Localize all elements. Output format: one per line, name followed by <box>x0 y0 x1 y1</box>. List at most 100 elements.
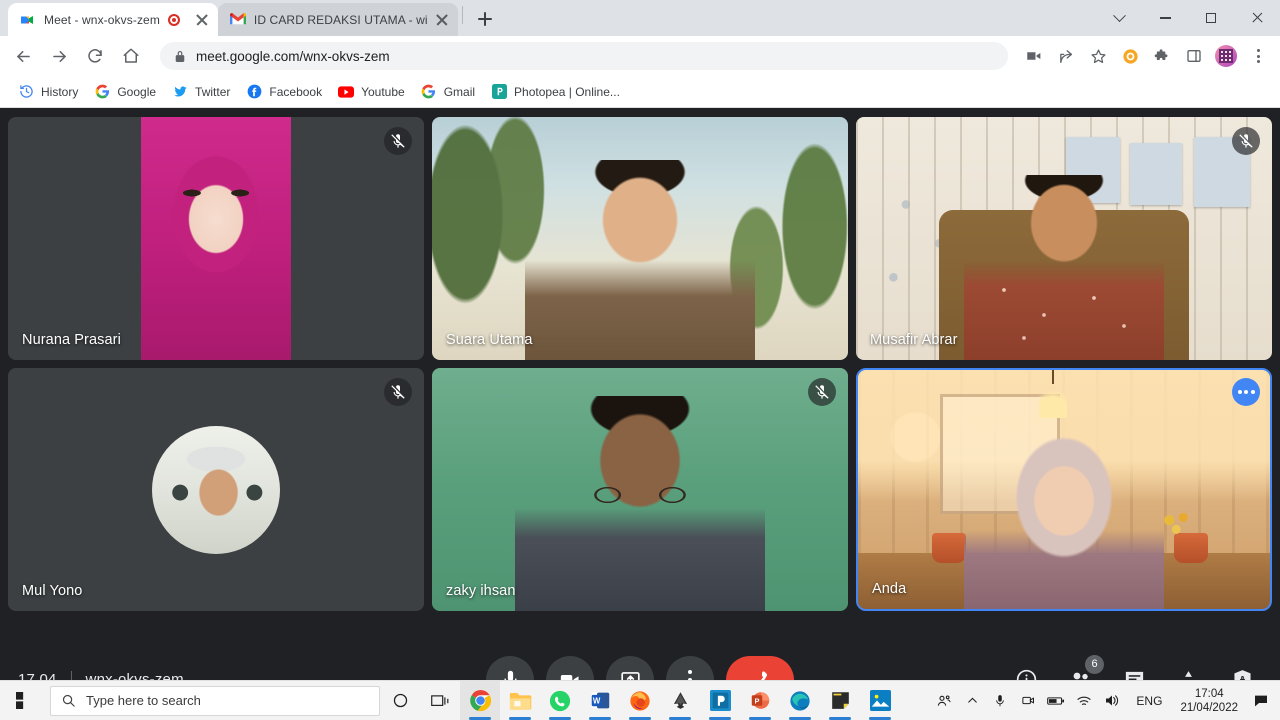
bookmark-star-icon[interactable] <box>1084 42 1112 70</box>
clock-date: 21/04/2022 <box>1180 701 1238 714</box>
google-icon <box>94 84 110 100</box>
word-icon[interactable]: W <box>580 681 620 720</box>
bookmark-gmail[interactable]: Gmail <box>413 80 483 104</box>
history-icon <box>18 84 34 100</box>
participant-tile[interactable]: Nurana Prasari <box>8 117 424 360</box>
language-indicator[interactable]: ENG <box>1126 694 1172 708</box>
photos-icon[interactable] <box>860 681 900 720</box>
photopea-icon <box>491 84 507 100</box>
google-meet-icon <box>20 12 36 28</box>
inkscape-icon[interactable] <box>660 681 700 720</box>
profile-avatar-icon[interactable] <box>1212 42 1240 70</box>
participant-name: Mul Yono <box>22 583 83 599</box>
meet-now-people-icon[interactable] <box>930 681 958 720</box>
tab-search-chevron-icon[interactable] <box>1096 2 1142 34</box>
forward-button[interactable] <box>44 41 74 71</box>
new-tab-button[interactable] <box>471 5 499 33</box>
taskbar-clock[interactable]: 17:04 21/04/2022 <box>1172 681 1246 720</box>
chrome-menu-icon[interactable] <box>1244 42 1272 70</box>
browser-toolbar: meet.google.com/wnx-okvs-zem <box>0 36 1280 76</box>
back-button[interactable] <box>8 41 38 71</box>
minimize-window-button[interactable] <box>1142 2 1188 34</box>
edge-icon[interactable] <box>780 681 820 720</box>
bookmark-google[interactable]: Google <box>86 80 164 104</box>
tab-divider <box>461 6 463 24</box>
powerpoint-icon[interactable]: P <box>740 681 780 720</box>
camera-icon[interactable] <box>1020 42 1048 70</box>
bookmark-twitter[interactable]: Twitter <box>164 80 238 104</box>
cortana-icon[interactable] <box>380 681 420 720</box>
reload-button[interactable] <box>80 41 110 71</box>
close-window-button[interactable] <box>1234 2 1280 34</box>
participant-video <box>141 117 291 360</box>
task-view-icon[interactable] <box>420 681 460 720</box>
bookmark-facebook[interactable]: Facebook <box>238 80 330 104</box>
home-button[interactable] <box>116 41 146 71</box>
bookmark-label: History <box>41 84 79 99</box>
volume-icon[interactable] <box>1098 681 1126 720</box>
tab-recording-indicator-icon[interactable] <box>167 13 180 26</box>
avatar <box>152 425 280 554</box>
google-icon <box>421 84 437 100</box>
browser-tab-idcard[interactable]: ID CARD REDAKSI UTAMA - widh <box>217 3 458 36</box>
chrome-icon[interactable] <box>460 680 500 720</box>
lock-icon <box>174 49 186 63</box>
show-hidden-icons-chevron[interactable] <box>958 681 986 720</box>
svg-text:W: W <box>592 697 600 706</box>
search-placeholder: Type here to search <box>86 693 201 708</box>
address-bar-url: meet.google.com/wnx-okvs-zem <box>196 48 390 64</box>
bookmark-label: Facebook <box>269 84 323 99</box>
wifi-icon[interactable] <box>1070 681 1098 720</box>
notifications-icon[interactable] <box>1246 681 1276 720</box>
address-bar[interactable]: meet.google.com/wnx-okvs-zem <box>160 42 1008 70</box>
share-icon[interactable] <box>1052 42 1080 70</box>
search-icon <box>61 693 76 708</box>
participant-tile[interactable]: Mul Yono <box>8 368 424 611</box>
bookmark-photopea[interactable]: Photopea | Online... <box>483 80 628 104</box>
bookmark-history[interactable]: History <box>10 80 86 104</box>
puzzle-extension-icon[interactable] <box>1148 42 1176 70</box>
tile-more-options-icon[interactable] <box>1232 378 1260 406</box>
participant-name: zaky ihsan <box>446 583 516 599</box>
participant-name: Musafir Abrar <box>870 332 958 348</box>
sidepanel-icon[interactable] <box>1180 42 1208 70</box>
whatsapp-icon[interactable] <box>540 681 580 720</box>
participant-video <box>856 117 1272 360</box>
windows-taskbar: Type here to search W P ENG 17:04 21/04/… <box>0 680 1280 720</box>
start-button[interactable] <box>0 681 48 720</box>
microphone-icon[interactable] <box>986 681 1014 720</box>
muted-mic-icon <box>1232 127 1260 155</box>
chrome-browser-window: Meet - wnx-okvs-zem ID CARD REDAKSI UTAM… <box>0 0 1280 720</box>
clock-time: 17:04 <box>1194 687 1224 700</box>
bookmark-youtube[interactable]: Youtube <box>330 80 413 104</box>
file-explorer-icon[interactable] <box>500 681 540 720</box>
tab-strip: Meet - wnx-okvs-zem ID CARD REDAKSI UTAM… <box>0 0 1280 36</box>
firefox-icon[interactable] <box>620 681 660 720</box>
browser-tab-title: ID CARD REDAKSI UTAMA - widh <box>253 12 428 27</box>
orange-circle-extension-icon[interactable] <box>1116 42 1144 70</box>
participant-name: Suara Utama <box>446 332 533 348</box>
toolbar-icons <box>1016 42 1272 70</box>
bookmark-label: Twitter <box>195 84 231 99</box>
browser-tab-title: Meet - wnx-okvs-zem <box>44 12 160 27</box>
photopea-icon[interactable] <box>700 681 740 720</box>
participant-tile[interactable]: Suara Utama <box>432 117 848 360</box>
participant-video <box>432 368 848 611</box>
participant-name: Anda <box>872 581 907 597</box>
close-tab-icon[interactable] <box>434 12 450 28</box>
window-controls <box>1096 0 1280 36</box>
participant-name: Nurana Prasari <box>22 332 121 348</box>
maximize-window-button[interactable] <box>1188 2 1234 34</box>
participant-tile[interactable]: zaky ihsan <box>432 368 848 611</box>
participant-video <box>432 117 848 360</box>
search-input[interactable]: Type here to search <box>50 685 380 716</box>
participant-tile[interactable]: Musafir Abrar <box>856 117 1272 360</box>
participant-count-badge: 6 <box>1085 654 1104 674</box>
system-tray: ENG 17:04 21/04/2022 <box>930 681 1280 720</box>
browser-tab-meet[interactable]: Meet - wnx-okvs-zem <box>8 3 218 36</box>
camera-icon[interactable] <box>1014 681 1042 720</box>
sticky-notes-icon[interactable] <box>820 681 860 720</box>
participant-tile-self[interactable]: Anda <box>856 368 1272 611</box>
battery-icon[interactable] <box>1042 681 1070 720</box>
close-tab-icon[interactable] <box>194 12 210 28</box>
